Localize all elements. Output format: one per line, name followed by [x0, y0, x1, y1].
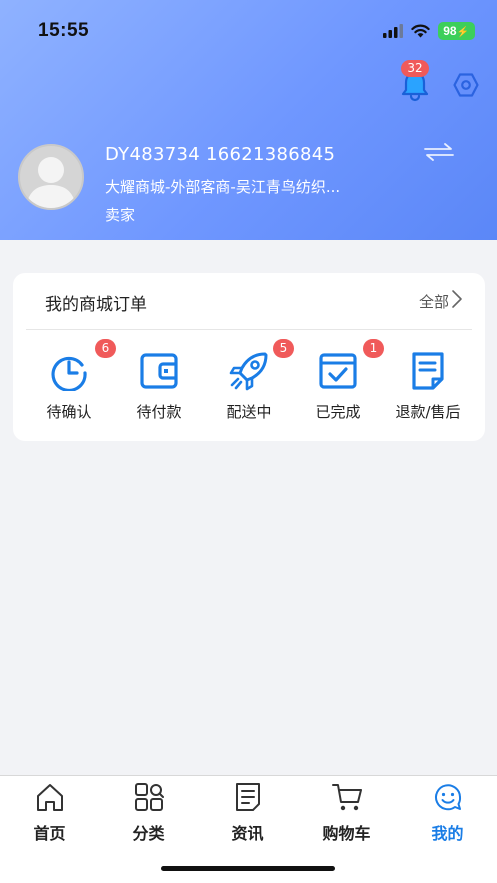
order-pending-payment[interactable]: 待付款 [114, 347, 204, 427]
charging-icon: ⚡ [456, 27, 469, 38]
system-icons: 98⚡ [383, 22, 475, 40]
order-label: 配送中 [226, 403, 272, 421]
status-bar: 15:55 98⚡ [0, 0, 497, 60]
wifi-icon [411, 24, 430, 38]
order-refund-aftersale[interactable]: 退款/售后 [383, 347, 473, 427]
battery-indicator: 98⚡ [438, 22, 475, 40]
signal-icon [383, 24, 404, 38]
user-id: DY483734 16621386845 [105, 144, 336, 165]
category-icon [135, 783, 164, 811]
battery-level: 98 [443, 24, 457, 38]
order-shipping[interactable]: 5 配送中 [204, 339, 294, 427]
tab-label: 首页 [33, 824, 66, 843]
user-role: 卖家 [105, 206, 136, 224]
wallet-icon [140, 353, 178, 389]
rocket-icon [229, 352, 268, 391]
tab-label: 资讯 [231, 824, 264, 843]
cart-icon [332, 784, 362, 811]
view-all-orders-link[interactable]: 全部 [419, 291, 449, 312]
orders-title: 我的商城订单 [45, 295, 147, 315]
tab-mine[interactable]: 我的 [398, 782, 497, 843]
order-count-badge: 6 [95, 339, 116, 358]
header-actions: 32 [399, 60, 479, 102]
tab-cart[interactable]: 购物车 [297, 782, 396, 843]
view-all-orders-chevron[interactable] [451, 289, 463, 313]
tab-home[interactable]: 首页 [0, 782, 99, 843]
tab-label: 购物车 [322, 824, 371, 843]
home-icon [37, 784, 63, 811]
clock-icon [51, 356, 87, 391]
calendar-check-icon [319, 353, 357, 389]
divider [26, 329, 472, 330]
swap-arrows-icon [424, 143, 454, 161]
order-count-badge: 1 [363, 339, 384, 358]
chevron-right-icon [452, 290, 462, 308]
tab-category[interactable]: 分类 [99, 782, 198, 843]
order-label: 退款/售后 [395, 403, 461, 421]
news-icon [236, 783, 260, 811]
default-avatar-icon [26, 157, 76, 208]
home-indicator [161, 866, 335, 871]
orders-card: 我的商城订单 全部 6 待确认 待付款 5 配送中 1 已完成 退款/售后 [13, 273, 485, 441]
tab-label: 分类 [132, 824, 165, 843]
avatar[interactable] [18, 144, 84, 210]
order-pending-confirm[interactable]: 6 待确认 [24, 339, 116, 427]
notification-button[interactable]: 32 [399, 60, 431, 102]
settings-button[interactable] [453, 72, 479, 98]
order-completed[interactable]: 1 已完成 [293, 339, 384, 427]
settings-hexagon-icon [453, 73, 479, 97]
status-time: 15:55 [38, 20, 90, 41]
tab-news[interactable]: 资讯 [198, 782, 297, 843]
company-name: 大耀商城-外部客商-吴江青鸟纺织... [105, 178, 341, 196]
order-label: 已完成 [315, 403, 361, 421]
profile-section: DY483734 16621386845 大耀商城-外部客商-吴江青鸟纺织...… [0, 140, 497, 230]
notification-badge: 32 [401, 60, 429, 77]
order-label: 待付款 [136, 403, 182, 421]
smiley-icon [435, 784, 462, 811]
order-label: 待确认 [46, 403, 92, 421]
order-count-badge: 5 [273, 339, 294, 358]
tab-label: 我的 [431, 824, 464, 843]
document-icon [412, 352, 444, 390]
switch-account-button[interactable] [423, 142, 455, 166]
